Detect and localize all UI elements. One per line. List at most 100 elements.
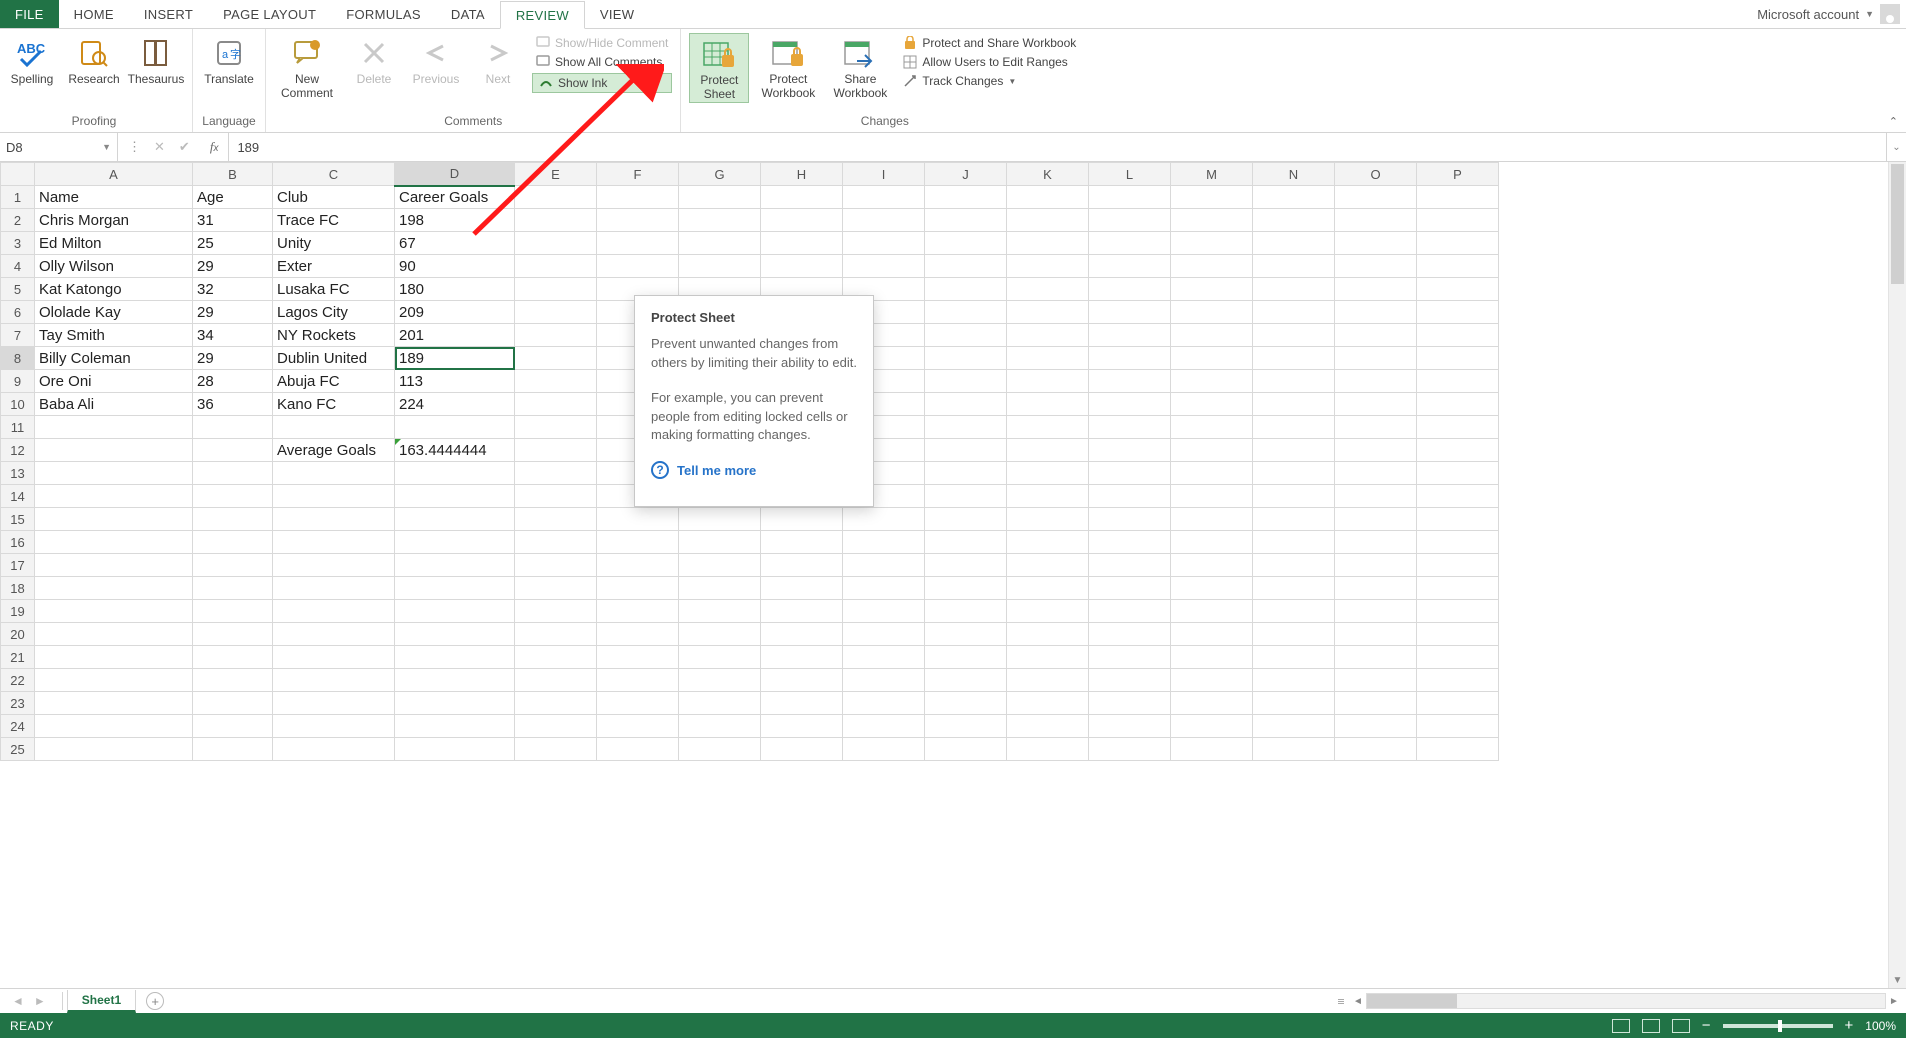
cell-L13[interactable] — [1089, 462, 1171, 485]
cell-K2[interactable] — [1007, 209, 1089, 232]
cell-C16[interactable] — [273, 531, 395, 554]
row-header-7[interactable]: 7 — [1, 324, 35, 347]
cell-E8[interactable] — [515, 347, 597, 370]
cell-J9[interactable] — [925, 370, 1007, 393]
cell-O25[interactable] — [1335, 738, 1417, 761]
cell-N1[interactable] — [1253, 186, 1335, 209]
account-label[interactable]: Microsoft account — [1757, 7, 1859, 22]
cell-A21[interactable] — [35, 646, 193, 669]
cell-P10[interactable] — [1417, 393, 1499, 416]
cell-G19[interactable] — [679, 600, 761, 623]
cell-L23[interactable] — [1089, 692, 1171, 715]
column-header-B[interactable]: B — [193, 163, 273, 186]
chevron-down-icon[interactable]: ▼ — [1865, 9, 1874, 19]
cell-J4[interactable] — [925, 255, 1007, 278]
row-header-21[interactable]: 21 — [1, 646, 35, 669]
cell-D17[interactable] — [395, 554, 515, 577]
cell-L9[interactable] — [1089, 370, 1171, 393]
cell-G23[interactable] — [679, 692, 761, 715]
tab-data[interactable]: DATA — [436, 0, 500, 28]
cell-K24[interactable] — [1007, 715, 1089, 738]
cell-N21[interactable] — [1253, 646, 1335, 669]
cell-M24[interactable] — [1171, 715, 1253, 738]
cell-E9[interactable] — [515, 370, 597, 393]
cell-H18[interactable] — [761, 577, 843, 600]
cell-O4[interactable] — [1335, 255, 1417, 278]
cell-B23[interactable] — [193, 692, 273, 715]
cell-J12[interactable] — [925, 439, 1007, 462]
cell-A11[interactable] — [35, 416, 193, 439]
cell-D23[interactable] — [395, 692, 515, 715]
cell-E14[interactable] — [515, 485, 597, 508]
cell-J14[interactable] — [925, 485, 1007, 508]
cell-C12[interactable]: Average Goals — [273, 439, 395, 462]
cell-D12[interactable]: 163.4444444 — [395, 439, 515, 462]
protect-share-workbook-button[interactable]: Protect and Share Workbook — [899, 35, 1080, 51]
cell-P7[interactable] — [1417, 324, 1499, 347]
cell-B5[interactable]: 32 — [193, 278, 273, 301]
cell-F1[interactable] — [597, 186, 679, 209]
zoom-slider[interactable] — [1723, 1024, 1833, 1028]
tab-page-layout[interactable]: PAGE LAYOUT — [208, 0, 331, 28]
cell-N6[interactable] — [1253, 301, 1335, 324]
row-header-11[interactable]: 11 — [1, 416, 35, 439]
dots-icon[interactable]: ⋮ — [128, 139, 140, 155]
tab-formulas[interactable]: FORMULAS — [331, 0, 436, 28]
cell-N23[interactable] — [1253, 692, 1335, 715]
cell-A24[interactable] — [35, 715, 193, 738]
cell-A17[interactable] — [35, 554, 193, 577]
cell-A8[interactable]: Billy Coleman — [35, 347, 193, 370]
scroll-left-icon[interactable]: ◄ — [1350, 993, 1366, 1009]
row-header-18[interactable]: 18 — [1, 577, 35, 600]
tell-me-more-link[interactable]: ? Tell me more — [651, 461, 857, 479]
cell-B20[interactable] — [193, 623, 273, 646]
cell-L8[interactable] — [1089, 347, 1171, 370]
row-header-23[interactable]: 23 — [1, 692, 35, 715]
enter-formula-icon[interactable]: ✔ — [179, 139, 190, 155]
cell-K15[interactable] — [1007, 508, 1089, 531]
scrollbar-thumb[interactable] — [1891, 164, 1904, 284]
cell-P4[interactable] — [1417, 255, 1499, 278]
column-header-O[interactable]: O — [1335, 163, 1417, 186]
cell-O15[interactable] — [1335, 508, 1417, 531]
cell-G25[interactable] — [679, 738, 761, 761]
cell-O5[interactable] — [1335, 278, 1417, 301]
cell-D9[interactable]: 113 — [395, 370, 515, 393]
cell-H24[interactable] — [761, 715, 843, 738]
cell-M6[interactable] — [1171, 301, 1253, 324]
cell-H15[interactable] — [761, 508, 843, 531]
collapse-ribbon-icon[interactable]: ⌃ — [1889, 115, 1898, 128]
cell-I21[interactable] — [843, 646, 925, 669]
cell-B15[interactable] — [193, 508, 273, 531]
cell-O22[interactable] — [1335, 669, 1417, 692]
show-ink-button[interactable]: Show Ink — [532, 73, 672, 93]
cell-M3[interactable] — [1171, 232, 1253, 255]
cell-J19[interactable] — [925, 600, 1007, 623]
cell-O7[interactable] — [1335, 324, 1417, 347]
cell-A2[interactable]: Chris Morgan — [35, 209, 193, 232]
cell-L10[interactable] — [1089, 393, 1171, 416]
tab-home[interactable]: HOME — [59, 0, 129, 28]
row-header-3[interactable]: 3 — [1, 232, 35, 255]
cell-P13[interactable] — [1417, 462, 1499, 485]
cell-D14[interactable] — [395, 485, 515, 508]
column-header-A[interactable]: A — [35, 163, 193, 186]
cell-M5[interactable] — [1171, 278, 1253, 301]
cell-J13[interactable] — [925, 462, 1007, 485]
cell-P25[interactable] — [1417, 738, 1499, 761]
cell-D22[interactable] — [395, 669, 515, 692]
cell-E3[interactable] — [515, 232, 597, 255]
cell-J7[interactable] — [925, 324, 1007, 347]
cell-H23[interactable] — [761, 692, 843, 715]
cell-D10[interactable]: 224 — [395, 393, 515, 416]
cell-K13[interactable] — [1007, 462, 1089, 485]
avatar[interactable] — [1880, 4, 1900, 24]
cell-K20[interactable] — [1007, 623, 1089, 646]
row-header-9[interactable]: 9 — [1, 370, 35, 393]
row-header-19[interactable]: 19 — [1, 600, 35, 623]
cell-N11[interactable] — [1253, 416, 1335, 439]
cell-G17[interactable] — [679, 554, 761, 577]
cell-F4[interactable] — [597, 255, 679, 278]
tab-insert[interactable]: INSERT — [129, 0, 208, 28]
column-header-P[interactable]: P — [1417, 163, 1499, 186]
